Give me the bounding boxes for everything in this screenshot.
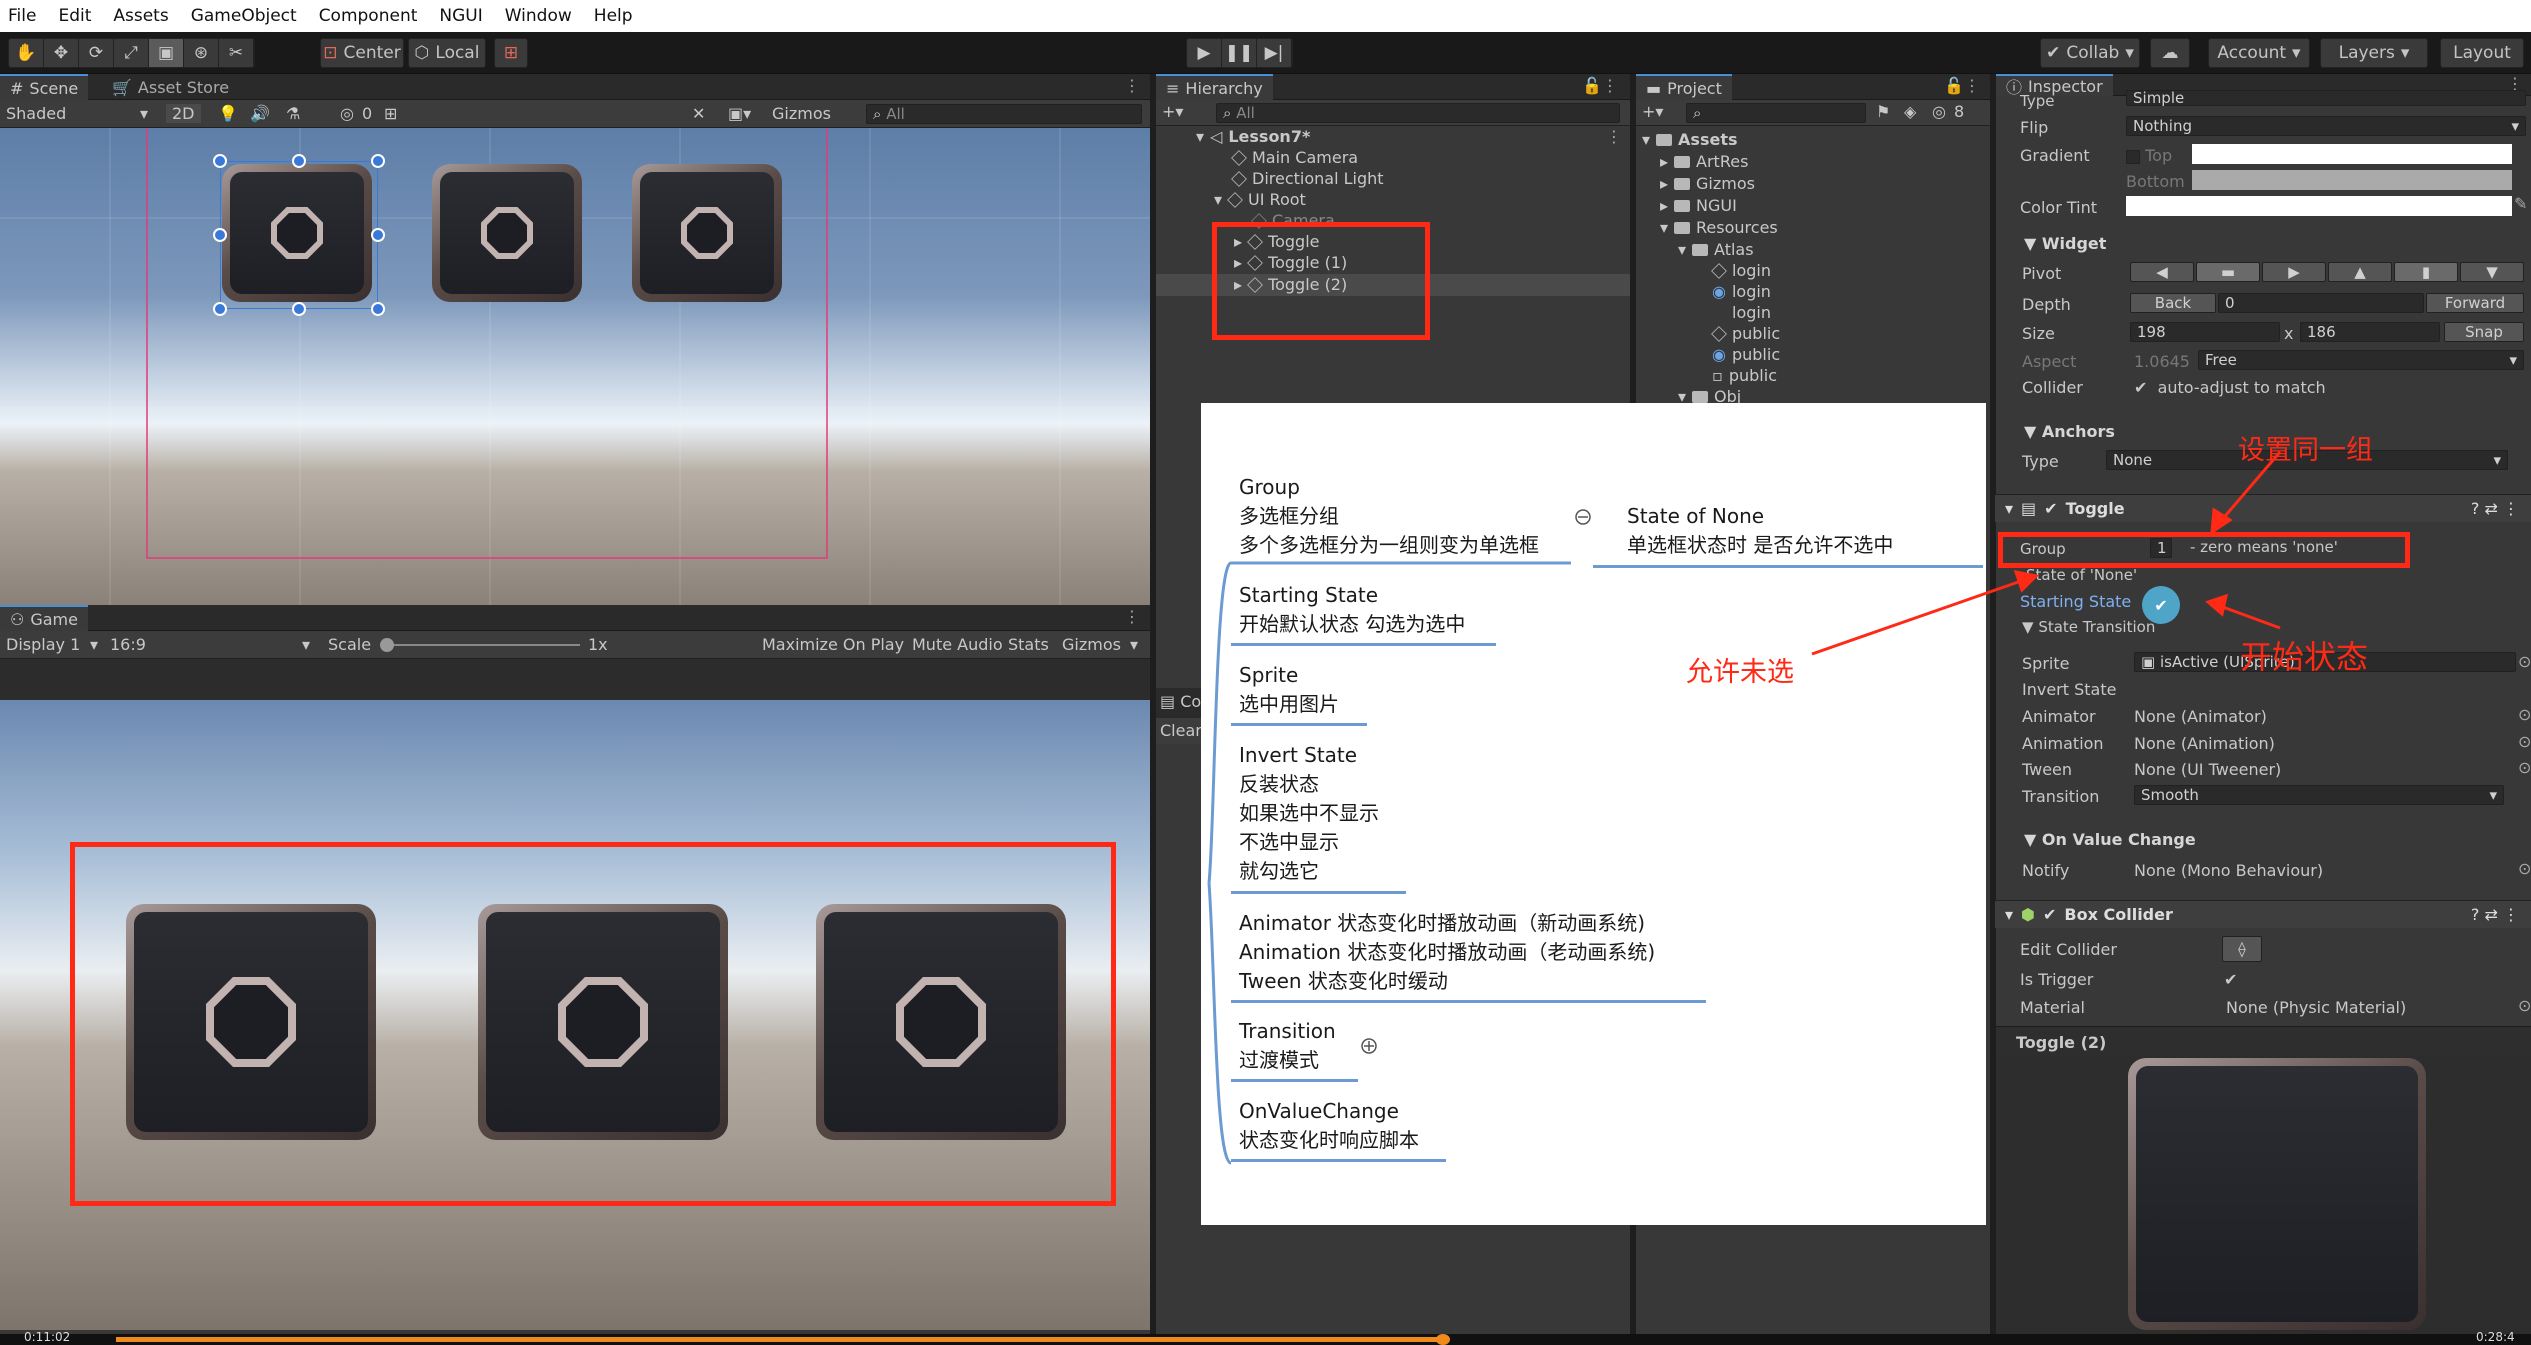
video-progress[interactable] <box>116 1337 1446 1342</box>
video-timeline: 0:11:02 0:28:4 <box>0 1330 2531 1345</box>
annotation-start-state: 开始状态 <box>2240 638 2369 676</box>
video-time-total: 0:28:4 <box>2476 1330 2515 1344</box>
annotation-same-group: 设置同一组 <box>2238 435 2373 466</box>
video-scrub-handle[interactable] <box>1436 1334 1450 1345</box>
annotation-arrows <box>1811 451 2282 656</box>
unity-editor: File Edit Assets GameObject Component NG… <box>0 0 2531 1345</box>
video-time-elapsed: 0:11:02 <box>24 1330 71 1344</box>
annotation-allow-none: 允许未选 <box>1686 657 1794 688</box>
